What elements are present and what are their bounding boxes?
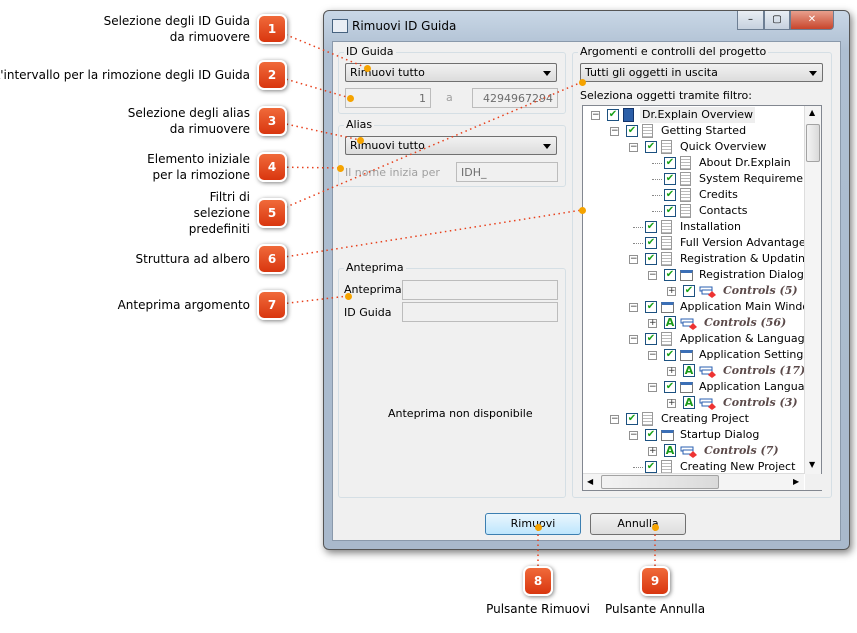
callout-label: Selezione degli ID Guida da rimuovere [103, 14, 250, 44]
callout-badge: 1 [257, 14, 287, 44]
callout-line [271, 81, 583, 214]
callout-target-dot [347, 95, 354, 102]
callout-label: Anteprima argomento [117, 298, 250, 312]
callout-badge: 9 [640, 566, 670, 596]
callout-label: Pulsante Rimuovi [486, 602, 590, 616]
callout-badge: 4 [257, 152, 287, 182]
callout-lines [271, 28, 656, 581]
callout-target-dot [337, 165, 344, 172]
callout-badge: 5 [257, 198, 287, 228]
callout-badge: 7 [257, 290, 287, 320]
callout-badge: 6 [257, 244, 287, 274]
callout-line [271, 209, 583, 260]
callout-label: Pulsante Annulla [604, 602, 706, 616]
callout-label: Selezione degli alias da rimuovere [127, 106, 250, 136]
callout-badge: 2 [257, 60, 287, 90]
callout-label: Elemento iniziale per la rimozione [147, 152, 250, 182]
callout-badge: 8 [523, 566, 553, 596]
callout-target-dot [345, 293, 352, 300]
callout-target-dot [535, 524, 542, 531]
callout-label: L'intervallo per la rimozione degli ID G… [0, 68, 250, 82]
callout-target-dot [579, 207, 586, 214]
callout-label: Filtri di selezione predefiniti [188, 190, 250, 236]
callout-target-dot [364, 65, 371, 72]
callout-label: Struttura ad albero [135, 252, 250, 266]
callout-target-dot [357, 137, 364, 144]
callout-target-dot [579, 79, 586, 86]
callout-target-dot [652, 524, 659, 531]
callout-badge: 3 [257, 106, 287, 136]
